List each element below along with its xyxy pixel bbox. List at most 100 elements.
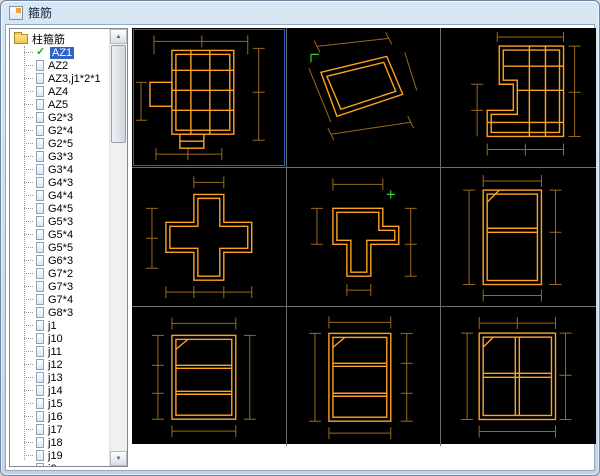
tree-item[interactable]: ✓ G4*5 [10, 202, 109, 215]
stirrup-tree: 柱箍筋 ✓ AZ1 ✓ AZ2 ✓ AZ3,j1*2*1 ✓ AZ4 ✓ AZ5… [10, 29, 109, 466]
preview-cell-8[interactable] [287, 307, 442, 446]
tree-connector [24, 429, 33, 430]
tree-connector [24, 195, 33, 196]
preview-cell-9[interactable] [441, 307, 596, 446]
tree-item[interactable]: ✓ j18 [10, 436, 109, 449]
tree-item-label: G7*3 [48, 281, 73, 293]
titlebar[interactable]: 箍筋 [1, 1, 599, 24]
preview-cell-1[interactable] [132, 28, 287, 168]
tree-connector [24, 455, 33, 456]
tree-item[interactable]: ✓ j16 [10, 410, 109, 423]
stirrup-drawing-plus [132, 168, 286, 307]
document-icon [36, 359, 44, 370]
tree-item[interactable]: ✓ G3*4 [10, 163, 109, 176]
stirrup-preview-grid [132, 28, 596, 444]
document-icon [36, 112, 44, 123]
dialog-client-area: 柱箍筋 ✓ AZ1 ✓ AZ2 ✓ AZ3,j1*2*1 ✓ AZ4 ✓ AZ5… [5, 24, 595, 471]
preview-cell-3[interactable] [441, 28, 596, 168]
tree-item-label: G3*3 [48, 151, 73, 163]
tree-item-label: AZ2 [48, 60, 68, 72]
tree-item[interactable]: ✓ j10 [10, 332, 109, 345]
tree-scrollbar[interactable]: ▲ ▼ [109, 29, 127, 466]
check-icon: ✓ [36, 47, 48, 58]
tree-item-label: j16 [48, 411, 63, 423]
tree-item[interactable]: ✓ j2 [10, 462, 109, 466]
tree-item-label: G2*3 [48, 112, 73, 124]
scrollbar-thumb[interactable] [111, 45, 126, 143]
tree-item-label: j1 [48, 320, 57, 332]
document-icon [36, 333, 44, 344]
tree-item[interactable]: ✓ G5*3 [10, 215, 109, 228]
scrollbar-track[interactable] [110, 144, 127, 451]
tree-connector [24, 364, 33, 365]
tree-item-label: G4*3 [48, 177, 73, 189]
document-icon [36, 190, 44, 201]
tree-item-label: G5*3 [48, 216, 73, 228]
tree-item-label: j2 [48, 463, 57, 467]
tree-connector [24, 351, 33, 352]
window-title: 箍筋 [28, 4, 52, 21]
tree-item[interactable]: ✓ G8*3 [10, 306, 109, 319]
tree-item[interactable]: ✓ AZ2 [10, 59, 109, 72]
tree-item[interactable]: ✓ G2*4 [10, 124, 109, 137]
scroll-up-button[interactable]: ▲ [110, 29, 127, 44]
dialog-window: 箍筋 柱箍筋 ✓ AZ1 ✓ AZ2 ✓ AZ3,j1*2*1 ✓ AZ4 ✓ [0, 0, 600, 476]
tree-item[interactable]: ✓ j13 [10, 371, 109, 384]
document-icon [36, 268, 44, 279]
tree-item[interactable]: ✓ G5*4 [10, 228, 109, 241]
tree-connector [24, 169, 33, 170]
tree-item[interactable]: ✓ G4*3 [10, 176, 109, 189]
preview-cell-7[interactable] [132, 307, 287, 446]
tree-connector [24, 104, 33, 105]
preview-cell-4[interactable] [132, 168, 287, 308]
tree-item[interactable]: ✓ j11 [10, 345, 109, 358]
tree-item[interactable]: ✓ G3*3 [10, 150, 109, 163]
tree-item[interactable]: ✓ G7*2 [10, 267, 109, 280]
tree-item[interactable]: ✓ j15 [10, 397, 109, 410]
tree-item[interactable]: ✓ j19 [10, 449, 109, 462]
preview-cell-6[interactable] [441, 168, 596, 308]
tree-item[interactable]: ✓ G7*3 [10, 280, 109, 293]
tree-item[interactable]: ✓ AZ3,j1*2*1 [10, 72, 109, 85]
app-icon [9, 6, 23, 20]
document-icon [36, 320, 44, 331]
tree-item[interactable]: ✓ j12 [10, 358, 109, 371]
tree-connector [24, 338, 33, 339]
tree-item[interactable]: ✓ G2*3 [10, 111, 109, 124]
tree-item[interactable]: ✓ AZ1 [10, 46, 109, 59]
preview-cell-2[interactable] [287, 28, 442, 168]
tree-item-label: G3*4 [48, 164, 73, 176]
tree-item[interactable]: ✓ G6*3 [10, 254, 109, 267]
document-icon [36, 164, 44, 175]
document-icon [36, 229, 44, 240]
tree-item[interactable]: ✓ G4*4 [10, 189, 109, 202]
tree-connector [24, 247, 33, 248]
tree-item-label: j13 [48, 372, 63, 384]
document-icon [36, 437, 44, 448]
tree-connector [24, 221, 33, 222]
tree-item-label: G5*5 [48, 242, 73, 254]
tree-root-node[interactable]: 柱箍筋 [10, 31, 109, 46]
tree-item-label: j18 [48, 437, 63, 449]
document-icon [36, 203, 44, 214]
tree-item-label: j19 [48, 450, 63, 462]
tree-connector [24, 260, 33, 261]
tree-item[interactable]: ✓ AZ4 [10, 85, 109, 98]
tree-connector [24, 442, 33, 443]
preview-cell-5[interactable] [287, 168, 442, 308]
stirrup-drawing-rect-one-tie [441, 168, 596, 307]
scroll-down-button[interactable]: ▼ [110, 451, 127, 466]
document-icon [36, 216, 44, 227]
stirrup-tree-panel: 柱箍筋 ✓ AZ1 ✓ AZ2 ✓ AZ3,j1*2*1 ✓ AZ4 ✓ AZ5… [9, 28, 128, 467]
tree-item[interactable]: ✓ G2*5 [10, 137, 109, 150]
tree-item[interactable]: ✓ G5*5 [10, 241, 109, 254]
tree-connector [24, 52, 33, 53]
tree-item[interactable]: ✓ j14 [10, 384, 109, 397]
tree-item-label: AZ5 [48, 99, 68, 111]
tree-connector [24, 143, 33, 144]
tree-item[interactable]: ✓ j1 [10, 319, 109, 332]
tree-item-label: G7*2 [48, 268, 73, 280]
tree-item[interactable]: ✓ AZ5 [10, 98, 109, 111]
tree-item[interactable]: ✓ j17 [10, 423, 109, 436]
tree-item[interactable]: ✓ G7*4 [10, 293, 109, 306]
